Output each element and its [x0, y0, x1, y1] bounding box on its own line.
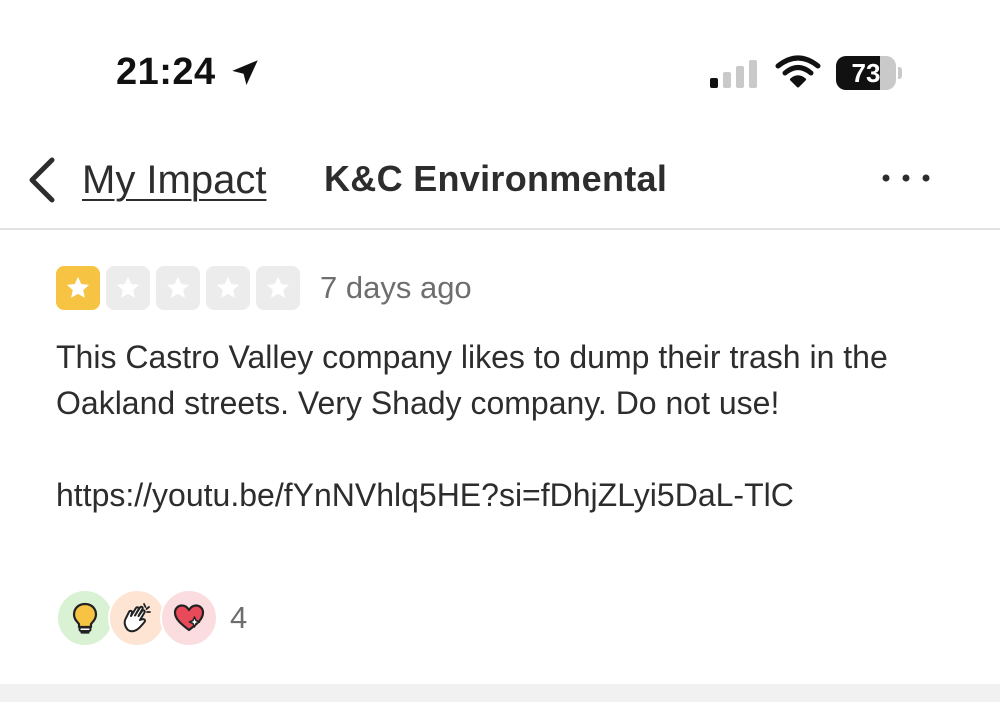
clapping-hands-icon	[123, 603, 151, 633]
back-label: My Impact	[82, 157, 267, 202]
status-time: 21:24	[116, 51, 216, 93]
back-button[interactable]: My Impact	[24, 150, 266, 210]
review-time-ago: 7 days ago	[320, 270, 472, 305]
section-divider	[0, 684, 1000, 702]
battery-tip	[898, 67, 902, 79]
star-icon	[216, 276, 240, 298]
heart-icon	[173, 604, 205, 632]
star-1	[56, 266, 100, 310]
rating-row: 7 days ago	[56, 264, 956, 312]
star-icon	[266, 276, 290, 298]
reaction-love	[160, 589, 218, 647]
star-2	[106, 266, 150, 310]
star-rating	[56, 266, 306, 310]
more-dots-icon[interactable]	[876, 166, 936, 190]
battery-icon: 73	[836, 56, 902, 90]
star-4	[206, 266, 250, 310]
review-text: This Castro Valley company likes to dump…	[56, 339, 888, 421]
cellular-signal-icon	[710, 60, 757, 88]
page-title: K&C Environmental	[324, 158, 668, 199]
star-3	[156, 266, 200, 310]
reaction-idea	[56, 589, 114, 647]
reaction-count: 4	[230, 600, 248, 635]
wifi-icon	[775, 55, 821, 88]
star-icon	[116, 276, 140, 298]
star-icon	[66, 276, 90, 298]
battery-body: 73	[836, 56, 896, 90]
star-5	[256, 266, 300, 310]
lightbulb-icon	[72, 602, 98, 634]
review-card: 7 days ago This Castro Valley company li…	[56, 264, 956, 518]
battery-level: 73	[851, 58, 881, 88]
review-link[interactable]: https://youtu.be/fYnNVhlq5HE?si=fDhjZLyi…	[56, 472, 956, 518]
star-icon	[166, 276, 190, 298]
nav-bar: My Impact K&C Environmental	[0, 130, 1000, 230]
chevron-left-icon	[29, 157, 55, 203]
location-arrow-icon	[232, 60, 258, 86]
reactions[interactable]: 4	[56, 589, 248, 647]
screen: 21:24 73 My Impact K&C Environmental 7 d…	[0, 0, 1000, 702]
reaction-thanks	[108, 589, 166, 647]
status-bar: 21:24 73	[0, 0, 1000, 120]
